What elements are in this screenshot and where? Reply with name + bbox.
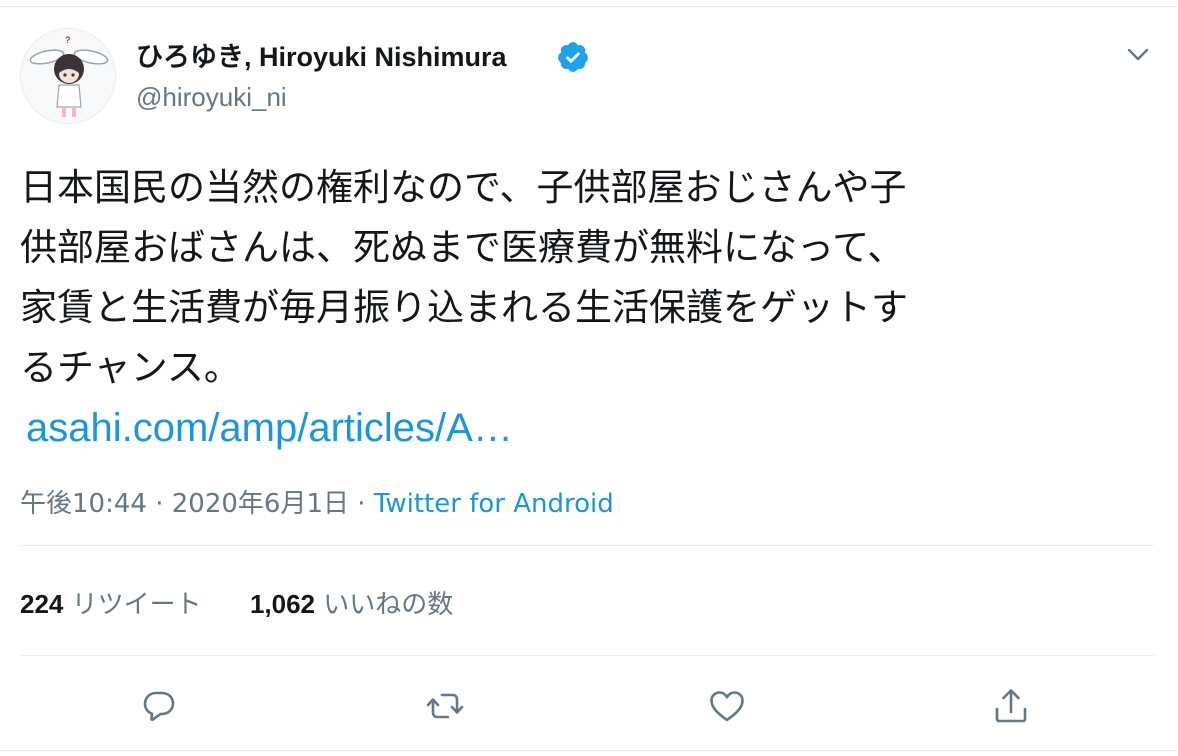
tweet-stats: 224 リツイート 1,062 いいねの数 (20, 584, 453, 625)
share-icon (995, 689, 1027, 723)
article-link[interactable]: asahi.com/amp/articles/A… (26, 402, 513, 454)
svg-text:?: ? (65, 35, 71, 45)
bottom-border (0, 750, 1178, 751)
tweet-time[interactable]: 午後10:44 (20, 489, 147, 519)
top-border (0, 6, 1178, 7)
tweet-source[interactable]: Twitter for Android (374, 489, 614, 519)
share-button[interactable] (989, 684, 1033, 728)
retweet-icon (426, 693, 464, 719)
like-count[interactable]: 1,062 いいねの数 (250, 584, 453, 625)
retweet-count[interactable]: 224 リツイート (20, 584, 202, 625)
divider (20, 545, 1154, 546)
tweet-text-line: 日本国民の当然の権利なので、子供部屋おじさんや子 (20, 166, 907, 209)
tweet-text-line: 供部屋おばさんは、死ぬまで医療費が無料になって、 (20, 226, 905, 269)
reply-button[interactable] (137, 684, 181, 728)
retweet-count-value: 224 (20, 589, 64, 619)
like-button[interactable] (705, 684, 749, 728)
verified-badge-icon (556, 40, 590, 74)
tweet-date[interactable]: 2020年6月1日 (172, 489, 349, 519)
chevron-down-icon[interactable] (1124, 40, 1152, 68)
retweet-count-label: リツイート (71, 590, 202, 620)
like-count-value: 1,062 (249, 589, 316, 619)
tweet-text: 日本国民の当然の権利なので、子供部屋おじさんや子 供部屋おばさんは、死ぬまで医療… (20, 158, 1150, 398)
tweet-text-line: 家賃と生活費が毎月振り込まれる生活保護をゲットす (20, 286, 908, 329)
heart-icon (710, 691, 744, 722)
meta-separator: · (155, 489, 164, 519)
author-name[interactable]: ひろゆき, Hiroyuki Nishimura (136, 38, 507, 76)
meta-separator: · (357, 489, 366, 519)
avatar-illustration: ? (21, 29, 115, 123)
avatar[interactable]: ? (20, 28, 116, 124)
tweet-meta: 午後10:44 · 2020年6月1日 · Twitter for Androi… (20, 484, 614, 524)
author-handle[interactable]: @hiroyuki_ni (136, 80, 287, 114)
divider (20, 655, 1154, 656)
retweet-button[interactable] (423, 684, 467, 728)
tweet-text-line: るチャンス。 (20, 346, 241, 389)
like-count-label: いいねの数 (323, 590, 454, 620)
reply-icon (143, 691, 175, 722)
